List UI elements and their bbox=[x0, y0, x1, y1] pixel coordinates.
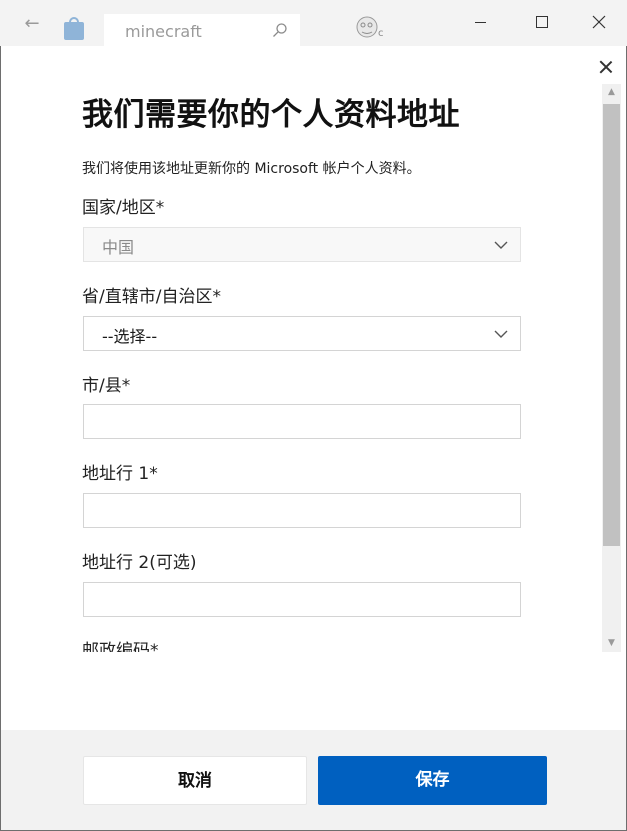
dialog-title: 我们需要你的个人资料地址 bbox=[82, 97, 460, 133]
avatar-icon[interactable]: c bbox=[352, 14, 388, 42]
title-bar: ← minecraft c bbox=[0, 0, 627, 46]
country-label: 国家/地区* bbox=[82, 198, 165, 218]
province-label: 省/直辖市/自治区* bbox=[82, 287, 221, 307]
chevron-down-icon bbox=[494, 330, 508, 338]
save-button[interactable]: 保存 bbox=[318, 756, 547, 805]
dialog-footer: 取消 保存 bbox=[1, 730, 626, 830]
search-icon[interactable] bbox=[272, 22, 288, 38]
postal-label: 邮政编码* bbox=[82, 641, 159, 652]
minimize-button[interactable] bbox=[450, 0, 511, 46]
address2-input[interactable] bbox=[83, 582, 521, 617]
svg-text:c: c bbox=[378, 28, 384, 39]
city-input[interactable] bbox=[83, 404, 521, 439]
store-icon bbox=[64, 17, 84, 40]
chevron-down-icon bbox=[494, 241, 508, 249]
search-box[interactable]: minecraft bbox=[104, 14, 300, 46]
close-window-button[interactable] bbox=[569, 0, 627, 46]
city-label: 市/县* bbox=[82, 376, 131, 396]
country-value: 中国 bbox=[102, 238, 135, 257]
address-dialog: 我们需要你的个人资料地址 我们将使用该地址更新你的 Microsoft 帐户个人… bbox=[1, 46, 626, 830]
scroll-up-icon[interactable]: ▲ bbox=[602, 84, 621, 101]
province-select[interactable]: --选择-- bbox=[83, 316, 521, 351]
address2-label: 地址行 2(可选) bbox=[82, 553, 197, 573]
address1-input[interactable] bbox=[83, 493, 521, 528]
address1-label: 地址行 1* bbox=[82, 464, 158, 484]
close-icon bbox=[592, 15, 606, 29]
scroll-down-icon[interactable]: ▼ bbox=[602, 635, 621, 652]
country-select: 中国 bbox=[83, 227, 521, 262]
maximize-button[interactable] bbox=[511, 0, 572, 46]
scrollbar-thumb[interactable] bbox=[603, 104, 620, 546]
dialog-content: 我们需要你的个人资料地址 我们将使用该地址更新你的 Microsoft 帐户个人… bbox=[1, 46, 601, 652]
search-input[interactable]: minecraft bbox=[125, 22, 202, 41]
back-arrow-icon[interactable]: ← bbox=[18, 14, 46, 34]
scrollbar[interactable]: ▲ ▼ bbox=[602, 84, 621, 652]
cancel-button[interactable]: 取消 bbox=[83, 756, 307, 805]
province-value: --选择-- bbox=[102, 327, 158, 346]
dialog-subtitle: 我们将使用该地址更新你的 Microsoft 帐户个人资料。 bbox=[82, 161, 421, 177]
